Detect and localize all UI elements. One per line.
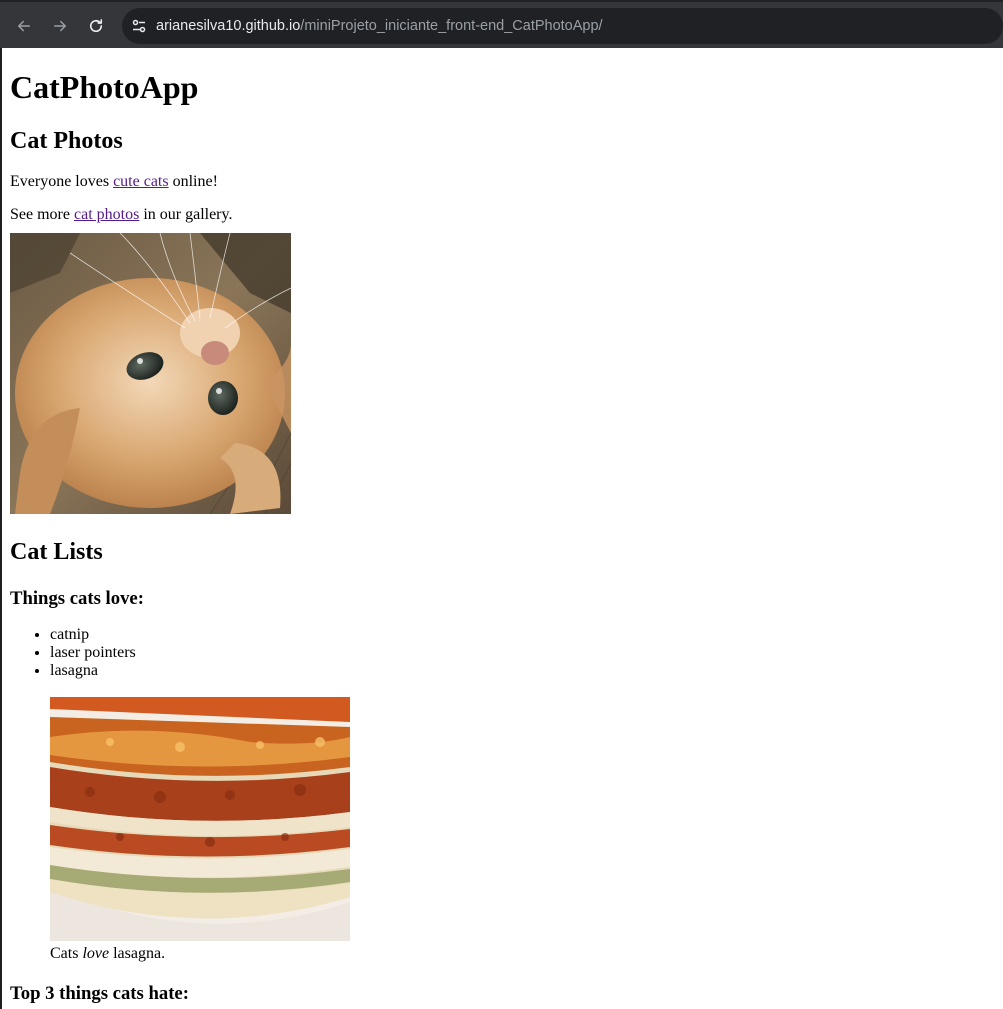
lasagna-figure: Cats love lasagna.	[50, 697, 995, 963]
cats-love-list: catnip laser pointers lasagna	[10, 626, 995, 680]
back-button[interactable]	[10, 12, 38, 40]
caption-emphasis: love	[82, 945, 110, 963]
things-cats-hate-heading: Top 3 things cats hate:	[10, 983, 189, 1005]
reload-button[interactable]	[82, 12, 110, 40]
web-page: CatPhotoApp Cat Photos Everyone loves cu…	[2, 48, 1003, 1009]
list-item: lasagna	[50, 662, 995, 680]
list-item: catnip	[50, 626, 995, 644]
site-settings-icon	[132, 19, 146, 33]
gallery-paragraph: See more cat photos in our gallery.	[10, 206, 995, 224]
intro-text-end: online!	[168, 173, 218, 191]
cat-photos-heading: Cat Photos	[10, 128, 123, 155]
list-item: laser pointers	[50, 644, 995, 662]
lasagna-photo	[50, 697, 350, 942]
gallery-text-end: in our gallery.	[139, 206, 233, 224]
browser-toolbar: arianesilva10.github.io/miniProjeto_inic…	[0, 0, 1003, 48]
caption-text-start: Cats	[50, 945, 83, 963]
back-arrow-icon	[18, 20, 30, 32]
gallery-text-start: See more	[10, 206, 74, 224]
cat-photos-link[interactable]: cat photos	[74, 206, 139, 223]
url-text[interactable]: arianesilva10.github.io/miniProjeto_inic…	[156, 18, 603, 34]
things-cats-love-heading: Things cats love:	[10, 588, 144, 610]
caption-text-end: lasagna.	[109, 945, 166, 963]
site-info-button[interactable]	[122, 8, 156, 44]
page-title: CatPhotoApp	[10, 69, 199, 106]
cat-photos-section: Cat Photos Everyone loves cute cats onli…	[10, 127, 995, 515]
forward-arrow-icon	[54, 20, 66, 32]
cat-lists-section: Cat Lists Things cats love: catnip laser…	[10, 538, 995, 1005]
cute-cats-link[interactable]: cute cats	[113, 173, 169, 190]
url-path: /miniProjeto_iniciante_front-end_CatPhot…	[300, 18, 603, 34]
intro-paragraph: Everyone loves cute cats online!	[10, 173, 995, 191]
url-host: arianesilva10.github.io	[156, 18, 301, 34]
kitten-photo[interactable]	[10, 233, 291, 515]
intro-text-start: Everyone loves	[10, 173, 114, 191]
cat-lists-heading: Cat Lists	[10, 539, 103, 566]
address-bar[interactable]: arianesilva10.github.io/miniProjeto_inic…	[122, 8, 1003, 44]
lasagna-caption: Cats love lasagna.	[50, 945, 995, 963]
reload-icon	[89, 19, 103, 33]
main-content: CatPhotoApp Cat Photos Everyone loves cu…	[2, 69, 1003, 1005]
forward-button[interactable]	[46, 12, 74, 40]
